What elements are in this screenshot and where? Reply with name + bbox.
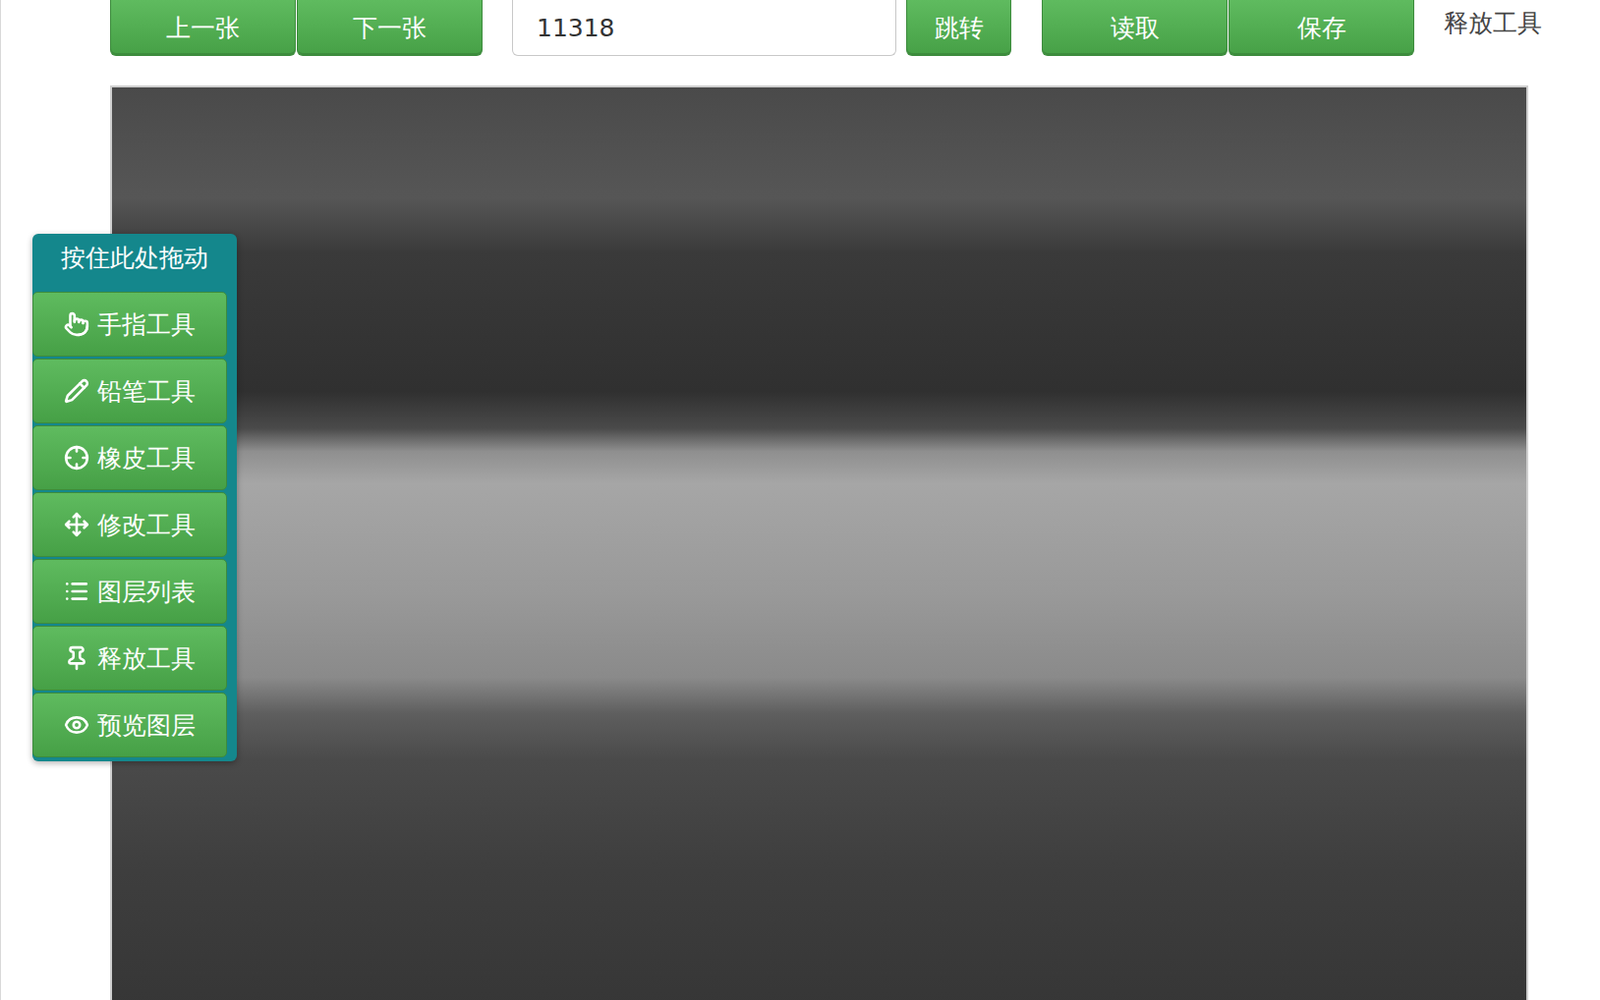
eye-icon [63, 712, 90, 739]
file-group: 读取保存 [1041, 0, 1415, 57]
tool-button[interactable]: 橡皮工具 [32, 425, 228, 491]
nav-button[interactable]: 下一张 [296, 0, 483, 57]
nav-group: 上一张下一张 [110, 0, 483, 57]
pointer-icon [63, 311, 90, 338]
current-tool: 释放工具 [1443, 0, 1543, 48]
drag-handle[interactable]: 按住此处拖动 [32, 233, 237, 292]
toolbar: 上一张下一张 跳转读取保存释放工具 [0, 0, 1600, 57]
file-button[interactable]: 保存 [1228, 0, 1415, 57]
file-button[interactable]: 读取 [1041, 0, 1228, 57]
pin-icon [63, 645, 90, 672]
annotation-page: 上一张下一张跳转读取保存释放工具按住此处拖动手指工具铅笔工具橡皮工具修改工具图层… [0, 0, 1600, 1000]
pencil-icon [63, 378, 90, 404]
page-input[interactable] [512, 0, 897, 57]
jump-button[interactable]: 跳转 [906, 0, 1012, 57]
crosshair-icon [63, 445, 90, 471]
list-icon [63, 578, 90, 605]
nav-button[interactable]: 上一张 [110, 0, 296, 57]
tool-panel[interactable]: 按住此处拖动手指工具铅笔工具橡皮工具修改工具图层列表释放工具预览图层 [32, 233, 237, 762]
tool-button[interactable]: 释放工具 [32, 626, 228, 691]
canvas-frame [110, 85, 1529, 1000]
tool-button[interactable]: 修改工具 [32, 492, 228, 558]
move-icon [63, 512, 90, 538]
canvas-image[interactable] [112, 87, 1527, 1000]
jump-group: 跳转 [906, 0, 1012, 57]
tool-button[interactable]: 预览图层 [32, 692, 228, 758]
tool-button[interactable]: 图层列表 [32, 559, 228, 625]
tool-button[interactable]: 铅笔工具 [32, 358, 228, 424]
tool-button[interactable]: 手指工具 [32, 291, 228, 357]
